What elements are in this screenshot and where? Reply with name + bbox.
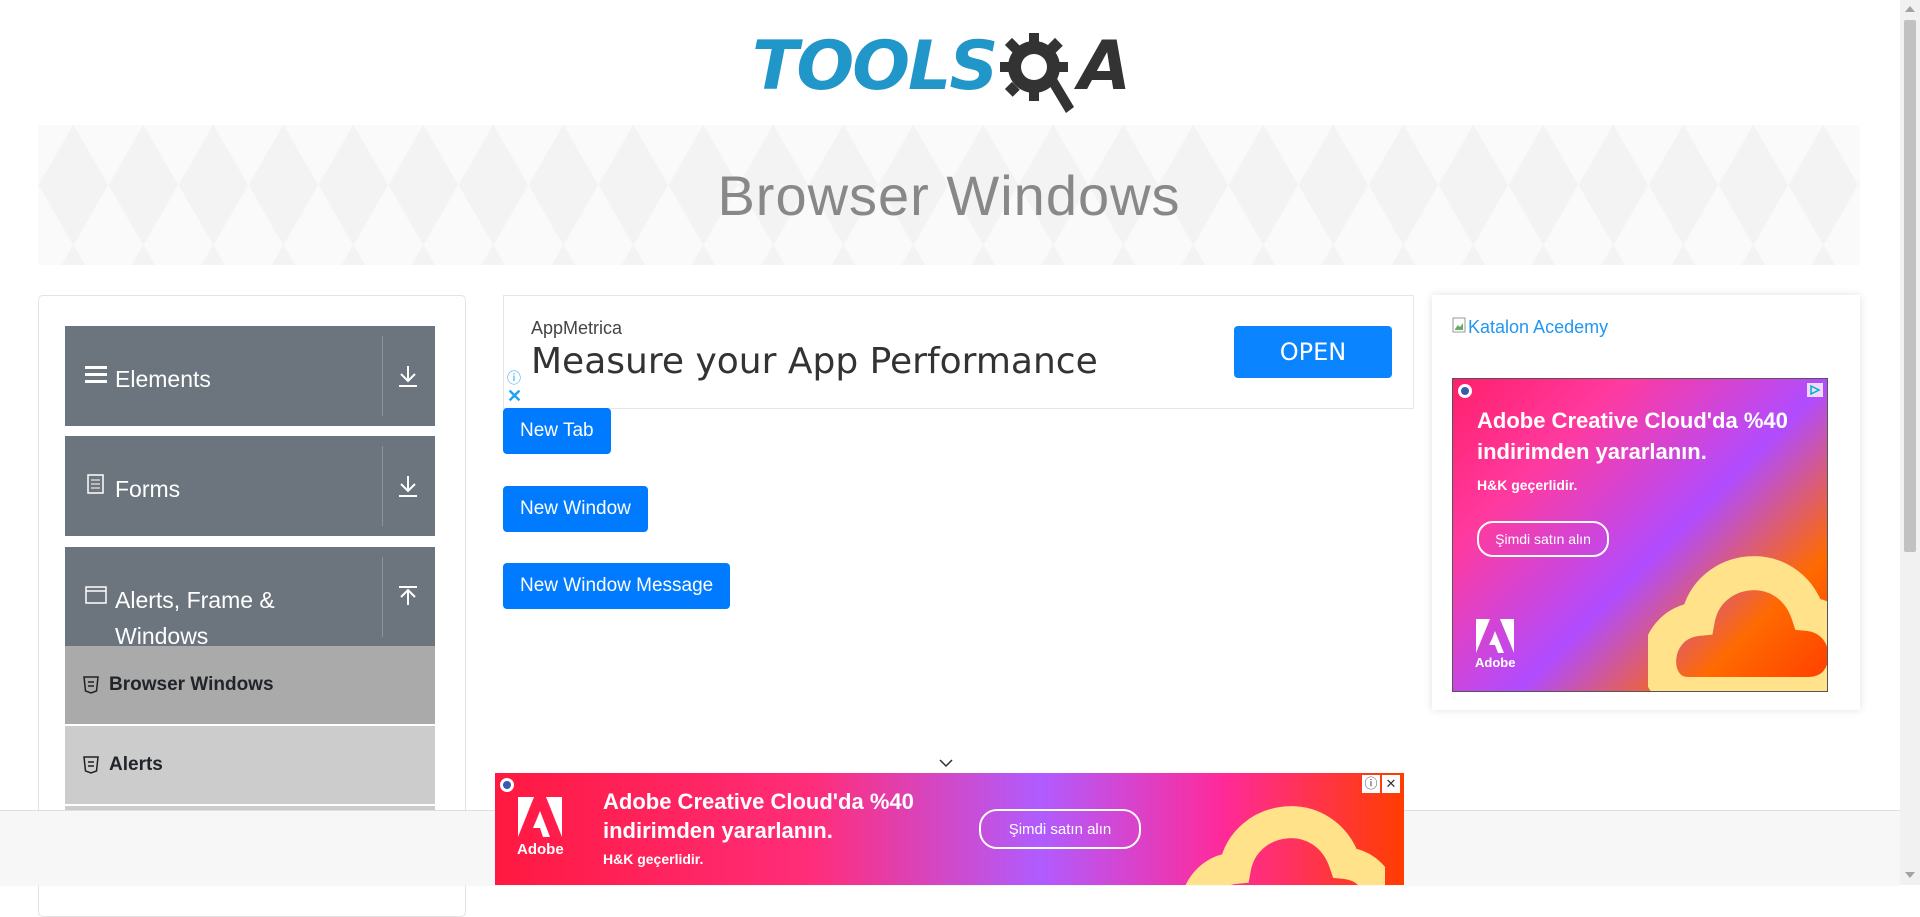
sidebar-item-browser-windows[interactable]: Browser Windows bbox=[65, 646, 435, 724]
divider bbox=[382, 336, 383, 416]
ad-headline: Adobe Creative Cloud'da %40 indirimden y… bbox=[603, 787, 914, 845]
sidebar-item-label: Alerts bbox=[109, 754, 163, 775]
sidebar-group-label: Forms bbox=[115, 476, 181, 502]
ad-subtext: H&K geçerlidir. bbox=[603, 851, 704, 867]
ad-brand: AppMetrica bbox=[531, 318, 623, 338]
creative-cloud-icon bbox=[1185, 793, 1396, 885]
upload-arrow-icon[interactable] bbox=[397, 585, 419, 609]
ad-headline-line2: indirimden yararlanın. bbox=[603, 818, 833, 843]
appmetrica-ad[interactable]: AppMetrica Measure your App Performance … bbox=[503, 295, 1414, 409]
scroll-up-arrow-icon[interactable] bbox=[1905, 6, 1915, 12]
adobe-a-icon bbox=[518, 797, 563, 837]
html5-icon bbox=[83, 676, 99, 694]
new-tab-button[interactable]: New Tab bbox=[503, 408, 611, 454]
adobe-a-icon bbox=[1476, 619, 1515, 653]
ad-headline: Measure your App Performance bbox=[531, 341, 1098, 382]
hamburger-icon bbox=[85, 364, 107, 384]
adobe-logo: Adobe bbox=[1475, 619, 1515, 670]
ad-open-button[interactable]: OPEN bbox=[1234, 326, 1392, 378]
ad-headline-line1: Adobe Creative Cloud'da %40 bbox=[603, 789, 914, 814]
ad-cta-button[interactable]: Şimdi satın alın bbox=[1477, 521, 1609, 557]
ad-badge-icon bbox=[1457, 383, 1473, 404]
new-window-message-button[interactable]: New Window Message bbox=[503, 563, 731, 609]
ad-close-icon[interactable]: ✕ bbox=[507, 386, 522, 407]
adobe-logo-text: Adobe bbox=[1475, 655, 1516, 670]
ad-close-icon[interactable]: ✕ bbox=[1382, 775, 1400, 793]
ad-controls: ⓘ ✕ bbox=[1362, 775, 1400, 793]
toolsqa-logo[interactable]: TOOLS A bbox=[752, 20, 1152, 113]
download-arrow-icon[interactable] bbox=[397, 364, 419, 388]
window-icon bbox=[85, 585, 107, 605]
ad-headline: Adobe Creative Cloud'da %40 indirimden y… bbox=[1477, 408, 1788, 464]
adobe-logo-text: Adobe bbox=[517, 841, 564, 858]
adobe-cc-ad[interactable]: Adobe Creative Cloud'da %40 indirimden y… bbox=[1452, 378, 1828, 692]
sidebar-group-label: Elements bbox=[115, 366, 211, 392]
new-window-button[interactable]: New Window bbox=[503, 486, 648, 532]
adobe-logo: Adobe bbox=[517, 797, 564, 858]
divider bbox=[382, 557, 383, 637]
gear-magnifier-icon bbox=[998, 27, 1076, 113]
sidebar-group-elements[interactable]: Elements bbox=[65, 326, 435, 426]
ad-subtext: H&K geçerlidir. bbox=[1477, 477, 1578, 493]
logo-text-tools: TOOLS bbox=[752, 26, 998, 106]
katalon-academy-link[interactable]: Katalon Acedemy bbox=[1452, 317, 1608, 338]
sidebar-group-alerts-frame-windows[interactable]: Alerts, Frame & Windows bbox=[65, 547, 435, 649]
ad-badge-icon bbox=[499, 777, 515, 798]
right-ad-column: Katalon Acedemy Adobe Creative Cloud'da … bbox=[1432, 295, 1860, 710]
page-title: Browser Windows bbox=[717, 163, 1181, 227]
page-banner: Browser Windows bbox=[38, 125, 1860, 265]
logo-text-a: A bbox=[1078, 26, 1131, 106]
creative-cloud-icon bbox=[1642, 524, 1827, 691]
sidebar-group-forms[interactable]: Forms bbox=[65, 436, 435, 536]
page-scrollbar[interactable] bbox=[1900, 0, 1920, 885]
download-arrow-icon[interactable] bbox=[397, 474, 419, 498]
html5-icon bbox=[83, 756, 99, 774]
divider bbox=[382, 446, 383, 526]
chevron-down-icon[interactable] bbox=[938, 756, 954, 770]
ad-info-icon[interactable]: ⓘ bbox=[507, 368, 521, 388]
bottom-adobe-ad[interactable]: Adobe Adobe Creative Cloud'da %40 indiri… bbox=[495, 773, 1404, 885]
scrollbar-thumb[interactable] bbox=[1904, 20, 1916, 552]
sidebar-item-label: Browser Windows bbox=[109, 674, 274, 695]
sidebar-item-alerts[interactable]: Alerts bbox=[65, 726, 435, 804]
katalon-alt-text: Katalon Acedemy bbox=[1468, 317, 1609, 337]
scroll-down-arrow-icon[interactable] bbox=[1905, 872, 1915, 878]
sidebar-group-label: Alerts, Frame & Windows bbox=[115, 587, 275, 649]
ad-info-icon[interactable]: ⓘ bbox=[1362, 775, 1380, 793]
adchoices-icon[interactable] bbox=[1807, 383, 1823, 402]
broken-image-icon bbox=[1452, 317, 1466, 338]
document-icon bbox=[85, 474, 107, 494]
ad-cta-button[interactable]: Şimdi satın alın bbox=[979, 809, 1141, 849]
